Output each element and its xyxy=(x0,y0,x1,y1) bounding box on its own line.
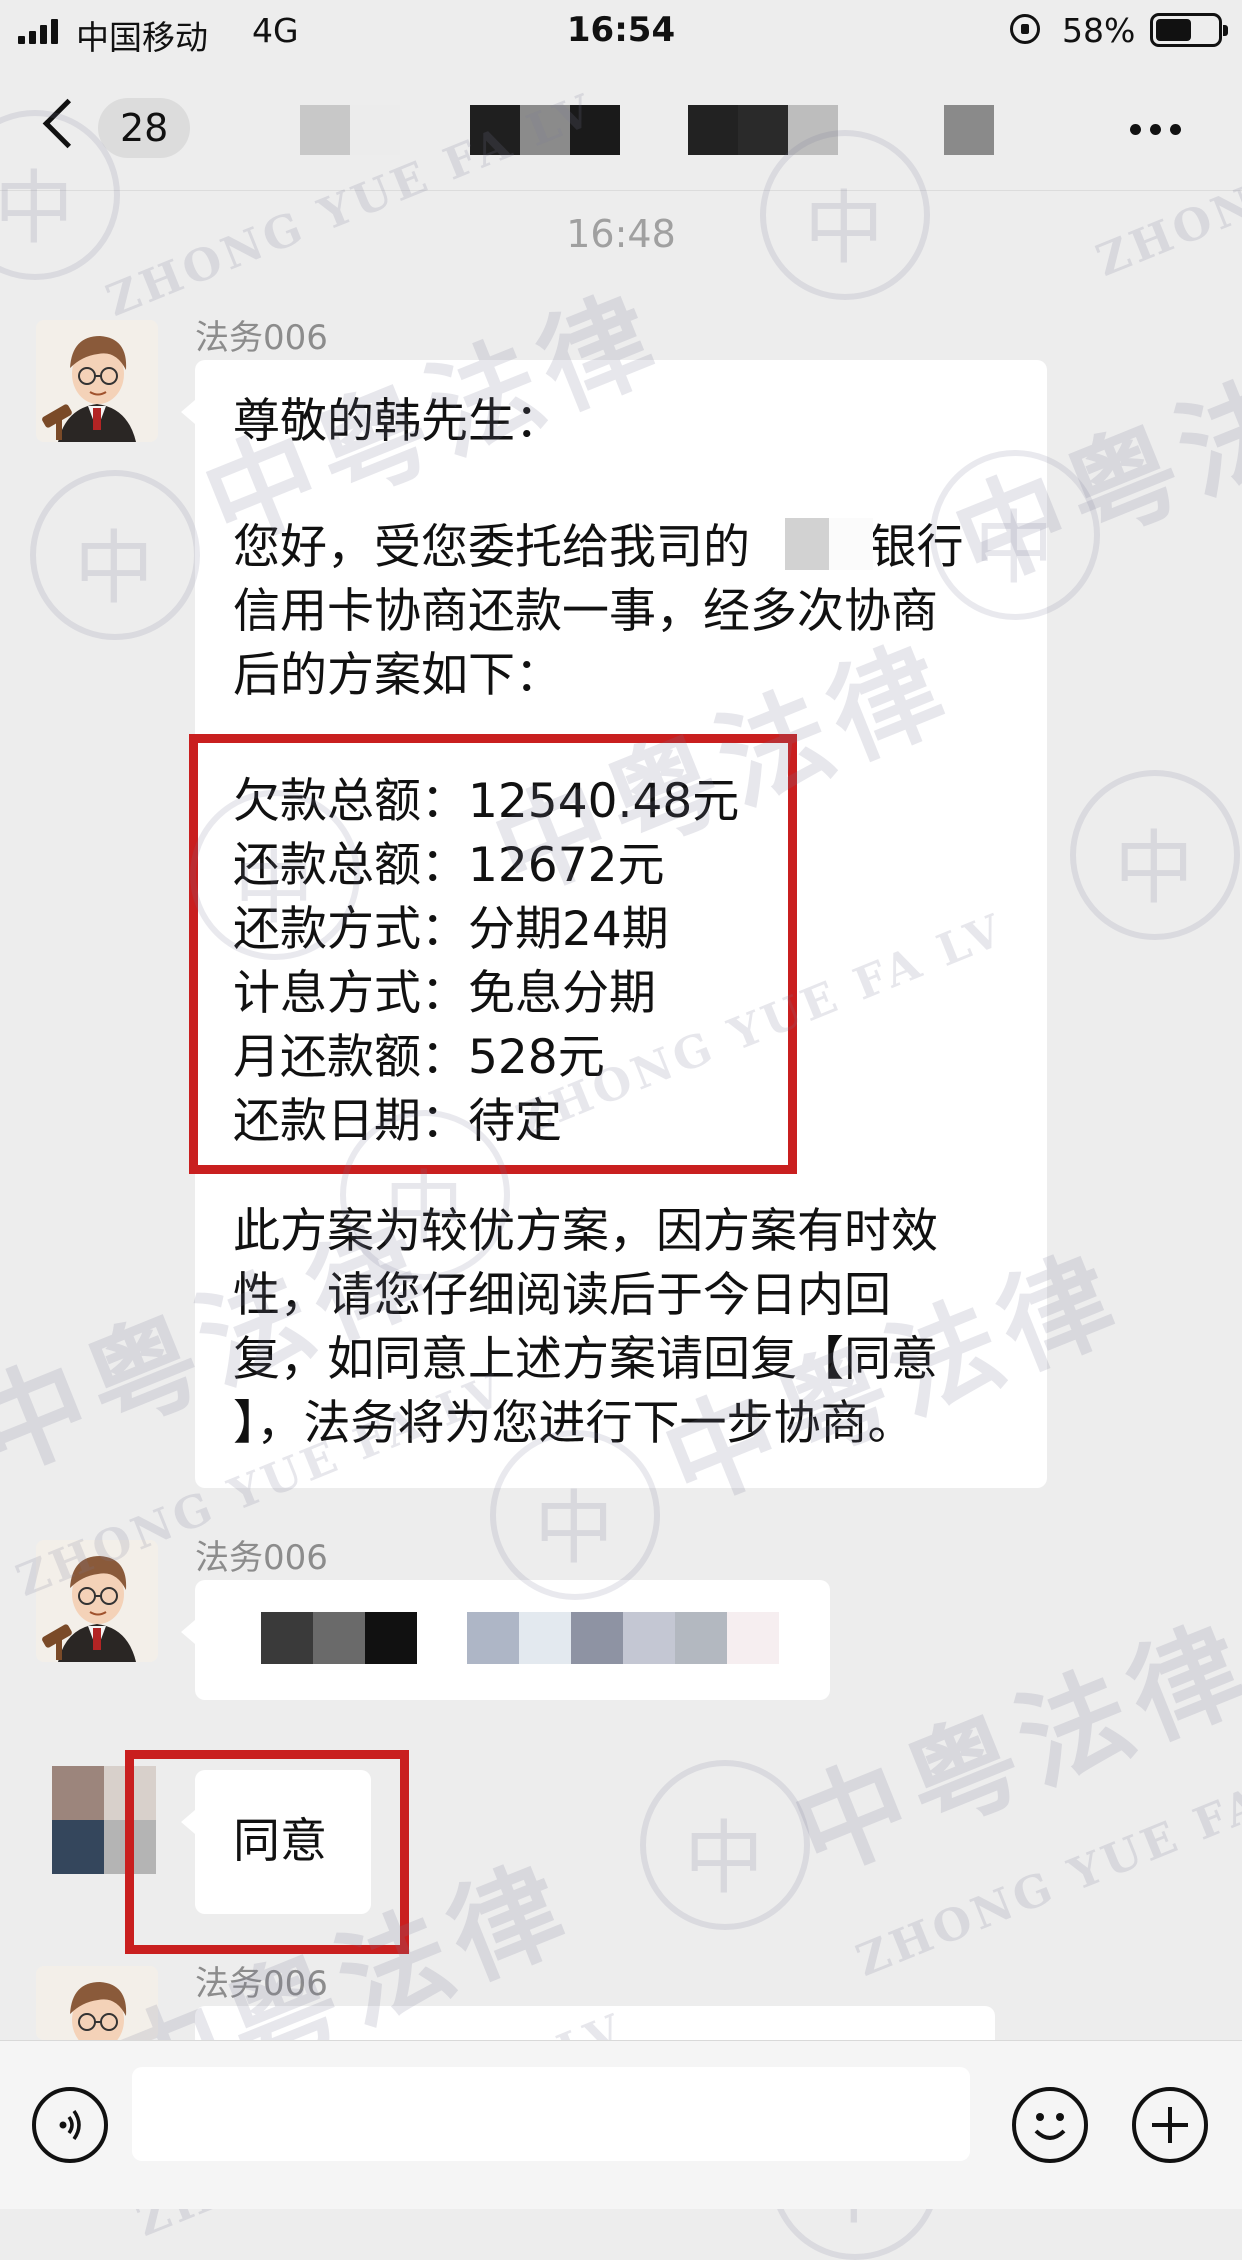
battery-icon xyxy=(1150,13,1228,47)
emoji-icon[interactable] xyxy=(1012,2087,1088,2163)
watermark-text: ZHONG YUE FA LV xyxy=(849,1744,1242,1987)
highlight-box xyxy=(189,734,797,1174)
chat-title-redacted xyxy=(300,100,994,160)
sender-name: 法务006 xyxy=(195,318,328,358)
input-bar xyxy=(0,2040,1242,2209)
unread-count-badge[interactable]: 28 xyxy=(98,98,191,158)
chat-timestamp: 16:48 xyxy=(566,212,676,256)
message-input[interactable] xyxy=(132,2067,970,2161)
redacted-block xyxy=(944,105,994,155)
sender-name: 法务006 xyxy=(195,1538,328,1578)
redacted-block xyxy=(467,1612,779,1664)
battery-percent: 58% xyxy=(1062,11,1136,50)
redacted-block xyxy=(300,105,400,155)
redacted-block xyxy=(785,518,873,570)
lawyer-avatar-icon xyxy=(36,1966,158,2040)
status-time: 16:54 xyxy=(566,10,676,50)
watermark-seal xyxy=(1070,770,1240,940)
plus-icon[interactable] xyxy=(1132,2087,1208,2163)
avatar[interactable] xyxy=(36,1966,158,2040)
avatar[interactable] xyxy=(36,1540,158,1662)
message-bubble-redacted[interactable] xyxy=(181,1580,830,1700)
watermark-seal xyxy=(30,470,200,640)
redacted-block xyxy=(688,105,838,155)
redacted-block xyxy=(470,105,620,155)
chat-header: 28 xyxy=(0,62,1242,191)
sender-name: 法务006 xyxy=(195,1964,328,2004)
lawyer-avatar-icon xyxy=(36,320,158,442)
chevron-left-icon[interactable] xyxy=(42,98,93,149)
redacted-block xyxy=(261,1612,417,1664)
highlight-box xyxy=(125,1750,409,1954)
rotation-lock-icon xyxy=(1010,14,1040,44)
status-bar: 中国移动 4G 16:54 58% xyxy=(0,0,1242,62)
watermark-seal xyxy=(640,1760,810,1930)
watermark-text: 中粤法律 xyxy=(776,1599,1242,1899)
voice-icon[interactable] xyxy=(32,2087,108,2163)
lawyer-avatar-icon xyxy=(36,1540,158,1662)
message-notice: 此方案为较优方案，因方案有时效 性，请您仔细阅读后于今日内回 复，如同意上述方案… xyxy=(233,1204,938,1451)
message-greeting: 尊敬的韩先生： xyxy=(233,394,562,449)
more-horizontal-icon[interactable] xyxy=(1130,124,1181,135)
message-bubble-partial[interactable] xyxy=(181,2006,995,2070)
avatar[interactable] xyxy=(36,320,158,442)
